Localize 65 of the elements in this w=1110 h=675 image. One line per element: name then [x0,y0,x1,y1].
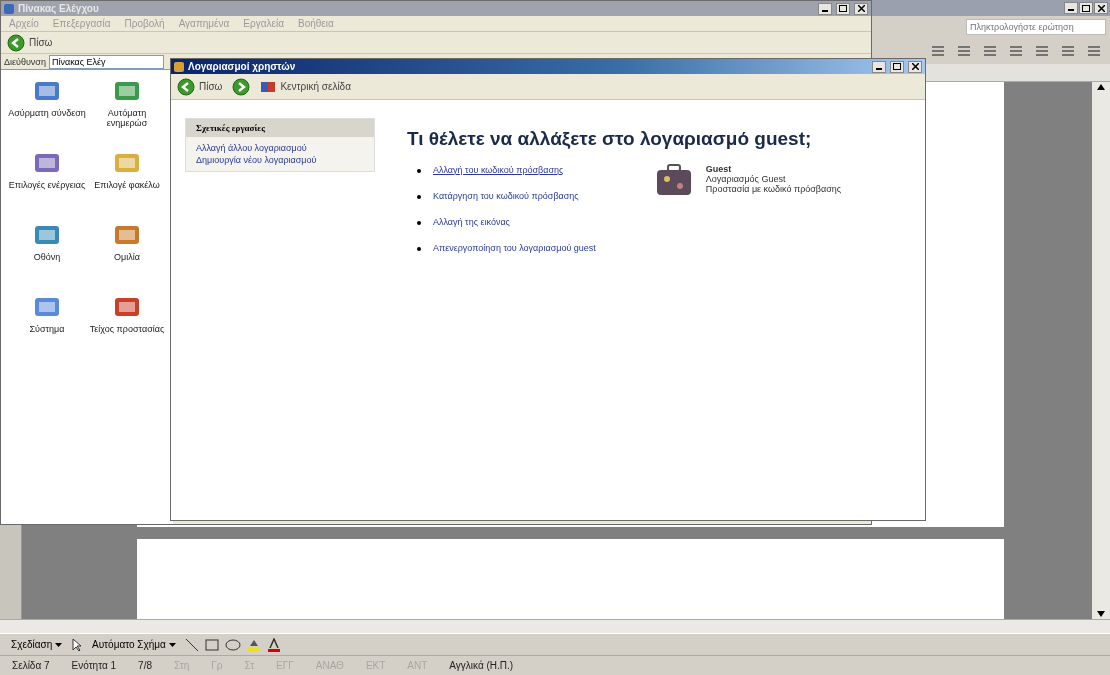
control-panel-item[interactable]: Σύστημα [29,324,65,335]
caret-icon [55,643,62,648]
back-button[interactable]: Πίσω [5,33,55,52]
caret-icon [168,643,176,648]
control-panel-item[interactable]: Οθόνη [33,252,61,263]
maximize-icon [893,63,901,70]
task-link[interactable]: Αλλαγή άλλου λογαριασμού [196,143,364,153]
maximize-icon [1082,4,1090,12]
minimize-button[interactable] [1064,2,1078,14]
control-panel-item[interactable]: Τείχος προστασίας [89,324,165,335]
line-icon[interactable] [184,637,199,652]
option-link[interactable]: Αλλαγή του κωδικού πρόσβασης [433,164,564,177]
forward-button[interactable] [230,77,253,96]
task-link[interactable]: Δημιουργία νέου λογαριασμού [196,155,364,165]
ellipse-icon[interactable] [224,637,241,652]
minimize-button[interactable] [818,2,832,15]
account-type: Λογαριασμός Guest [705,174,787,184]
home-button[interactable]: Κεντρική σελίδα [258,79,353,94]
vertical-scrollbar[interactable] [1092,82,1110,619]
account-protection: Προστασία με κωδικό πρόσβασης [705,184,842,194]
horizontal-scrollbar[interactable] [0,619,1110,633]
control-panel-item[interactable]: Ομιλία [114,252,140,263]
close-button[interactable] [854,2,868,15]
maximize-button[interactable] [1079,2,1093,14]
autoshapes-menu[interactable]: Αυτόματο Σχήμα [89,638,179,651]
bullet-icon [417,246,421,251]
maximize-button[interactable] [836,2,850,15]
address-label: Διεύθυνση [4,56,46,67]
option-link[interactable]: Κατάργηση του κωδικού πρόσβασης [433,190,579,203]
page-heading: Τι θέλετε να αλλάξετε στο λογαριασμό guest; [407,128,813,150]
scroll-up-icon[interactable] [1097,84,1105,90]
font-color-icon[interactable] [266,637,281,652]
option-link[interactable]: Απενεργοποίηση του λογαριασμού guest [433,242,596,255]
control-panel-item[interactable]: Αυτόματη ενημερώσ [87,108,167,129]
maximize-icon [839,5,847,12]
close-button[interactable] [1094,2,1108,14]
close-icon [911,63,919,70]
status-bar-text: Σελίδα 7 [12,660,50,671]
close-button[interactable] [908,60,922,73]
status-bar-text: 7/8 [138,660,152,671]
close-icon [857,5,865,12]
pointer-icon[interactable] [71,637,83,652]
scroll-down-icon[interactable] [1097,611,1105,617]
control-panel-item[interactable]: Επιλογές ενέργειας [8,180,86,191]
back-button[interactable]: Πίσω [175,77,225,96]
control-panel-item[interactable]: Ασύρματη σύνδεση [8,108,86,119]
window-title: Πίνακας Ελέγχου [18,3,100,14]
close-icon [1097,4,1105,12]
rectangle-icon[interactable] [204,637,219,652]
option-link[interactable]: Αλλαγή της εικόνας [433,216,510,229]
minimize-button[interactable] [872,60,886,73]
panel-title: Σχετικές εργασίες [186,119,374,137]
bullet-icon [417,168,421,173]
bullet-icon [417,194,421,199]
draw-menu[interactable]: Σχεδίαση [8,638,65,651]
maximize-button[interactable] [890,60,904,73]
status-bar-text: Ενότητα 1 [71,660,117,671]
address-field[interactable]: Πίνακας Ελέγ [48,54,164,69]
help-question-field[interactable]: Πληκτρολογήστε ερώτηση [966,19,1106,35]
suitcase-icon [655,164,692,196]
bullet-icon [417,220,421,225]
account-name: Guest [705,164,733,174]
window-title: Λογαριασμοί χρηστών [188,61,297,72]
control-panel-item[interactable]: Επιλογέ φακέλω [94,180,160,191]
status-bar-text: Αγγλικά (Η.Π.) [449,660,514,671]
